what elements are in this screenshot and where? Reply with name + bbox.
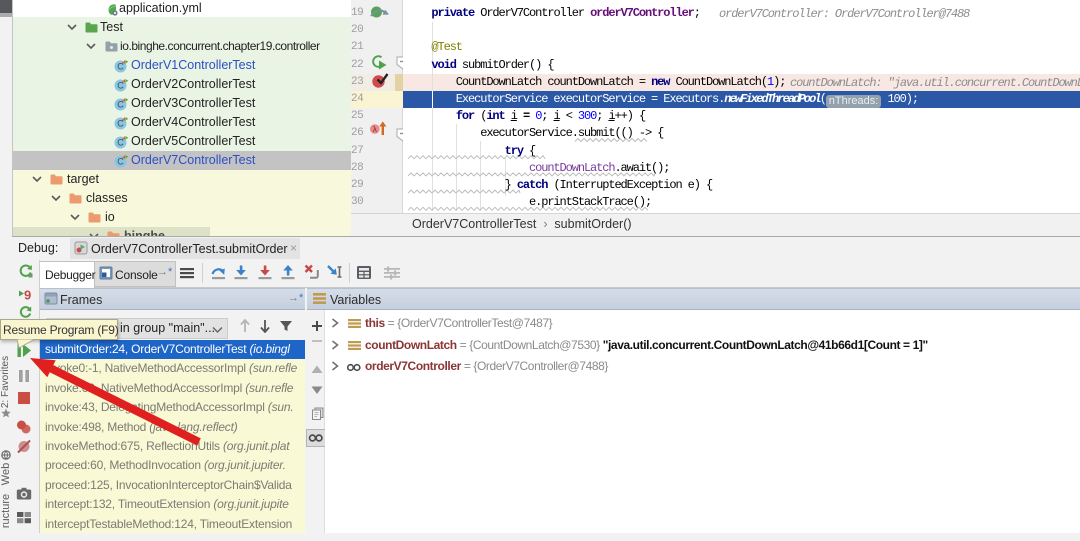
svg-text:λ: λ	[373, 124, 378, 134]
svg-text:9: 9	[24, 288, 31, 303]
